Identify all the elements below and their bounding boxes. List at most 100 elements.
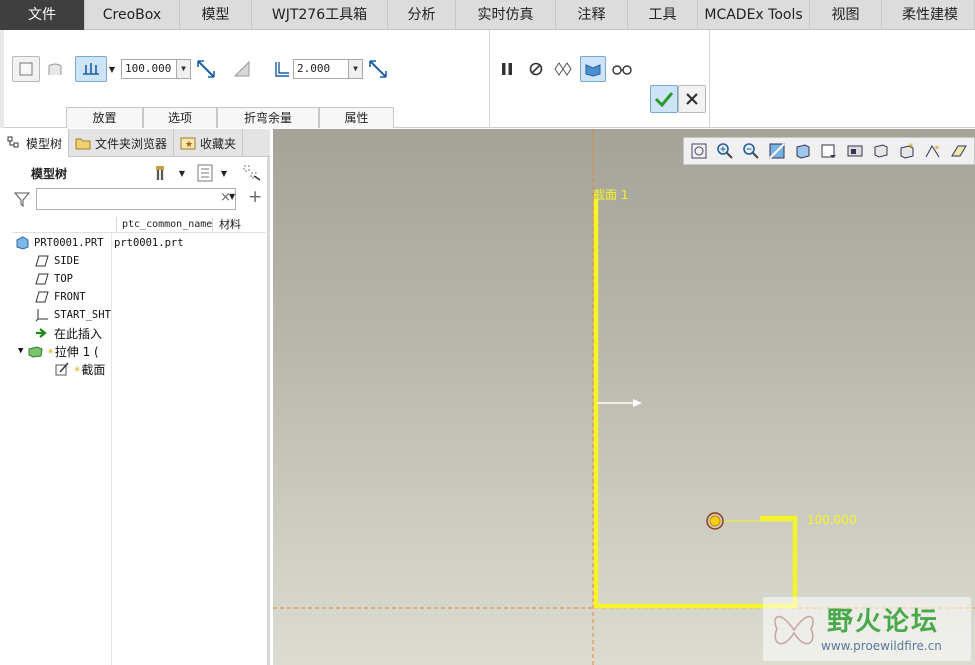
- pause-icon: [502, 63, 512, 75]
- remove-material-button[interactable]: [230, 57, 254, 81]
- flip-depth-button[interactable]: [194, 57, 218, 81]
- depth-value-input[interactable]: 100.000 ▼: [121, 59, 191, 79]
- settings-tools-icon: [156, 166, 164, 180]
- menu-bar: 文件 CreoBox 模型 WJT276工具箱 分析 实时仿真 注释 工具 MC…: [0, 0, 975, 30]
- thickness-value-input[interactable]: 2.000 ▼: [293, 59, 363, 79]
- thickness-icon: [275, 62, 289, 77]
- tree-filter-row: × ▼ +: [14, 187, 264, 211]
- navigator-panel: 模型树 文件夹浏览器 ★ 收藏夹 模型树 ▼ ▼ × ▼ + ptc_commo…: [0, 129, 270, 665]
- part-icon: [14, 235, 30, 251]
- column-material[interactable]: 材料: [212, 217, 266, 233]
- chevron-down-icon: ▼: [178, 168, 186, 178]
- menu-model[interactable]: 模型: [180, 0, 252, 30]
- watermark: 野火论坛 www.proewildfire.cn: [763, 597, 971, 661]
- graphics-viewport[interactable]: ✳ ✳ 截面 1 100.000 野火论坛 www.proewildfire.c…: [273, 129, 975, 665]
- arrow-head: [633, 399, 642, 407]
- solid-box-icon: [19, 62, 33, 76]
- watermark-title: 野火论坛: [827, 607, 940, 637]
- watermark-url: www.proewildfire.cn: [821, 639, 942, 653]
- menu-flexible-modeling[interactable]: 柔性建模: [882, 0, 975, 30]
- tree-column-header: ptc_common_name 材料: [12, 217, 266, 233]
- ribbon-panel-tabs: 放置 选项 折弯余量 属性: [66, 107, 394, 128]
- extrude-icon: [27, 343, 43, 359]
- tab-properties[interactable]: 属性: [319, 107, 394, 128]
- filter-funnel-icon: [14, 192, 30, 207]
- solid-type-button[interactable]: [12, 56, 40, 82]
- pause-button[interactable]: [496, 58, 518, 80]
- verify-mode-button[interactable]: [580, 56, 606, 82]
- close-icon: [686, 93, 698, 105]
- tree-show-dropdown[interactable]: ▼: [218, 162, 230, 184]
- ok-check-button[interactable]: [650, 85, 678, 113]
- depth-value-dropdown[interactable]: ▼: [176, 60, 190, 78]
- favorites-icon: ★: [180, 135, 196, 151]
- navigator-tabs: 模型树 文件夹浏览器 ★ 收藏夹: [0, 129, 270, 157]
- column-divider: [111, 233, 112, 665]
- tree-show-button[interactable]: [194, 162, 216, 184]
- ribbon: ▼ 100.000 ▼ 2.000 ▼ 放置 选项 折弯余量 属性: [0, 30, 975, 128]
- no-preview-icon: [529, 62, 543, 76]
- menu-creobox[interactable]: CreoBox: [85, 0, 180, 30]
- ribbon-separator: [489, 30, 490, 128]
- tab-folder-browser[interactable]: 文件夹浏览器: [69, 129, 175, 157]
- separate-preview-button[interactable]: [551, 57, 575, 81]
- tree-node-csys[interactable]: START_SHT: [34, 306, 111, 324]
- tab-bend-allowance[interactable]: 折弯余量: [217, 107, 319, 128]
- menu-analysis[interactable]: 分析: [388, 0, 456, 30]
- tree-node-part[interactable]: PRT0001.PRT: [14, 234, 104, 252]
- tree-node-section[interactable]: ✳ 截面: [54, 360, 105, 378]
- tree-node-extrude[interactable]: ▼ ✳ 拉伸 1 (: [18, 342, 99, 360]
- tab-placement[interactable]: 放置: [66, 107, 143, 128]
- hide-items-icon: [243, 165, 261, 181]
- new-feature-marker-icon: ✳: [74, 363, 81, 375]
- menu-realtime-sim[interactable]: 实时仿真: [456, 0, 556, 30]
- add-filter-icon[interactable]: +: [248, 187, 262, 207]
- menu-annotate[interactable]: 注释: [556, 0, 628, 30]
- csys-icon: [34, 307, 50, 323]
- depth-blind-button[interactable]: [75, 56, 107, 82]
- column-common-name[interactable]: ptc_common_name: [116, 217, 212, 233]
- thickness-value-dropdown[interactable]: ▼: [348, 60, 362, 78]
- flip-thickness-button[interactable]: [366, 57, 390, 81]
- sketch-canvas: [273, 129, 975, 665]
- flip-direction-icon: [197, 60, 215, 78]
- section-label: 截面 1: [593, 188, 629, 202]
- drag-handle[interactable]: [709, 515, 721, 527]
- check-icon: [654, 92, 674, 108]
- depth-dimension-label[interactable]: 100.000: [807, 513, 857, 527]
- datum-plane-icon: [34, 289, 50, 305]
- menu-mcadex-tools[interactable]: MCADEx Tools: [698, 0, 810, 30]
- no-preview-button[interactable]: [525, 58, 547, 80]
- tree-node-top[interactable]: TOP: [34, 270, 73, 288]
- menu-file[interactable]: 文件: [0, 0, 85, 30]
- panel-title: 模型树: [31, 167, 68, 181]
- surface-type-button[interactable]: [44, 56, 66, 82]
- new-feature-marker-icon: ✳: [47, 345, 54, 357]
- tab-favorites[interactable]: ★ 收藏夹: [174, 129, 244, 157]
- datum-plane-icon: [34, 271, 50, 287]
- tree-node-insert-here[interactable]: 在此插入: [34, 324, 102, 342]
- separate-preview-icon: [554, 62, 572, 76]
- menu-wjt276-toolbox[interactable]: WJT276工具箱: [252, 0, 388, 30]
- tree-settings-button[interactable]: [152, 162, 174, 184]
- svg-text:★: ★: [185, 140, 193, 150]
- tree-filter-visibility-button[interactable]: [240, 162, 264, 184]
- depth-option-dropdown[interactable]: ▼: [107, 56, 117, 82]
- ribbon-left-strip: [0, 30, 4, 128]
- glasses-icon: [612, 65, 632, 75]
- thickness-side-button[interactable]: [272, 58, 292, 80]
- filter-dropdown-icon[interactable]: ▼: [229, 192, 235, 201]
- tree-settings-dropdown[interactable]: ▼: [176, 162, 188, 184]
- blind-depth-icon: [83, 63, 99, 75]
- expand-arrow-icon[interactable]: ▼: [18, 346, 23, 356]
- tree-node-side[interactable]: SIDE: [34, 252, 79, 270]
- menu-view[interactable]: 视图: [810, 0, 882, 30]
- tree-filter-input[interactable]: ×: [36, 188, 236, 210]
- tree-node-front[interactable]: FRONT: [34, 288, 86, 306]
- cancel-button[interactable]: [678, 85, 706, 113]
- tab-model-tree[interactable]: 模型树: [0, 129, 70, 157]
- tab-options[interactable]: 选项: [143, 107, 217, 128]
- menu-tools[interactable]: 工具: [628, 0, 698, 30]
- butterfly-logo-icon: [774, 615, 814, 645]
- glasses-preview-button[interactable]: [610, 57, 634, 81]
